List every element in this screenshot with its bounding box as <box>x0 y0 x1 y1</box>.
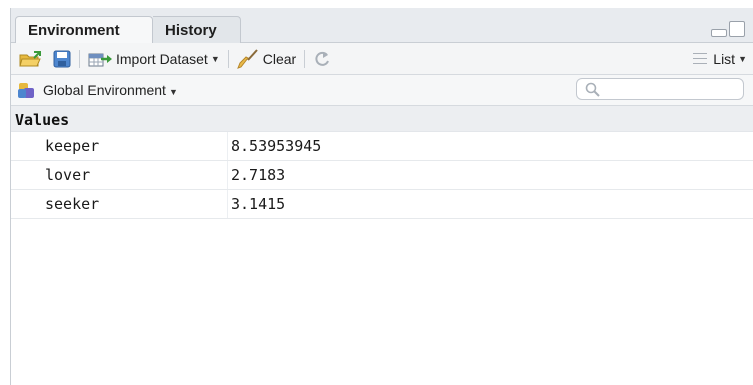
chevron-down-icon: ▼ <box>210 53 220 64</box>
clear-label: Clear <box>262 50 297 67</box>
column-divider <box>227 161 228 189</box>
chevron-down-icon: ▼ <box>738 53 747 64</box>
table-row[interactable]: keeper 8.53953945 <box>11 132 753 161</box>
variable-name: keeper <box>45 137 100 155</box>
environment-icon <box>18 83 34 98</box>
save-workspace-button[interactable] <box>53 47 71 71</box>
import-dataset-label: Import Dataset <box>116 50 208 67</box>
table-row[interactable]: seeker 3.1415 <box>11 190 753 219</box>
table-row[interactable]: lover 2.7183 <box>11 161 753 190</box>
environment-pane: Environment History Import Dataset ▼ Cle… <box>10 8 753 385</box>
import-dataset-button[interactable]: Import Dataset ▼ <box>88 47 220 71</box>
tab-environment[interactable]: Environment <box>15 16 153 43</box>
environment-selector-label: Global Environment <box>43 82 166 98</box>
tab-history[interactable]: History <box>153 16 241 43</box>
open-workspace-button[interactable] <box>19 47 43 71</box>
clear-workspace-button[interactable]: Clear <box>236 47 297 71</box>
toolbar-divider <box>227 49 229 68</box>
values-section-header: Values <box>11 106 753 132</box>
toolbar: Import Dataset ▼ Clear List ▼ <box>11 43 753 75</box>
list-icon <box>693 53 708 64</box>
view-mode-label: List <box>713 50 736 67</box>
save-icon <box>53 50 71 67</box>
variable-value: 8.53953945 <box>231 137 322 155</box>
view-mode-selector[interactable]: List ▼ <box>693 43 747 74</box>
environment-selector[interactable]: Global Environment ▼ <box>43 82 178 98</box>
column-divider <box>227 190 228 218</box>
broom-icon <box>236 48 258 69</box>
chevron-down-icon: ▼ <box>168 87 178 97</box>
variable-value: 2.7183 <box>231 166 286 184</box>
open-folder-icon <box>19 50 41 66</box>
column-divider <box>227 132 228 160</box>
maximize-icon[interactable] <box>729 21 745 37</box>
environment-bar: Global Environment ▼ <box>11 75 753 106</box>
pane-window-controls <box>711 21 745 37</box>
search-icon <box>585 82 600 97</box>
toolbar-divider <box>304 49 306 68</box>
refresh-button[interactable] <box>313 47 331 71</box>
toolbar-divider <box>79 49 80 68</box>
minimize-icon[interactable] <box>711 29 727 37</box>
search-input[interactable] <box>576 78 744 100</box>
import-table-icon <box>88 53 112 66</box>
tab-strip: Environment History <box>11 8 753 43</box>
variable-name: seeker <box>45 195 100 213</box>
variable-name: lover <box>45 166 91 184</box>
variable-value: 3.1415 <box>231 195 286 213</box>
refresh-icon <box>315 51 330 66</box>
